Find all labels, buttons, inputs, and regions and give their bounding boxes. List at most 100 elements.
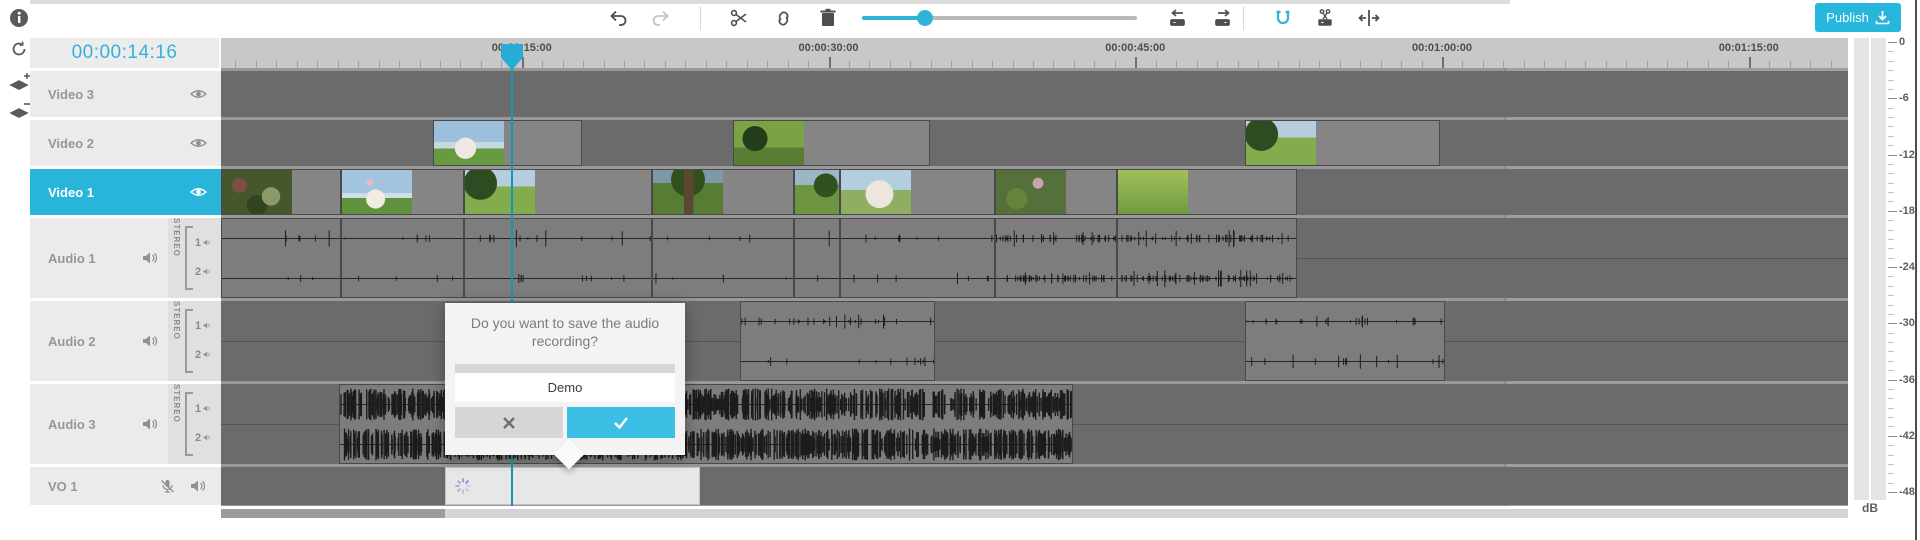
- ruler-minor-tick: [1094, 61, 1095, 68]
- undo-button[interactable]: [603, 3, 633, 33]
- ruler-minor-tick: [1585, 61, 1586, 68]
- eye-icon[interactable]: [190, 87, 207, 101]
- ruler-minor-tick: [726, 61, 727, 68]
- recording-name-input[interactable]: [455, 373, 675, 402]
- speaker-icon[interactable]: [142, 417, 159, 431]
- delete-trash-button[interactable]: [813, 3, 843, 33]
- track-header-audio-1[interactable]: Audio 1STEREO1 2: [30, 218, 221, 298]
- audio-clip[interactable]: [740, 301, 935, 381]
- ruler-minor-tick: [665, 61, 666, 68]
- track-header-video-3[interactable]: Video 3: [30, 71, 221, 117]
- waveform-lane: [653, 219, 793, 258]
- db-minor-tick: [1888, 70, 1894, 71]
- audio-clip[interactable]: [1245, 301, 1445, 381]
- video-clip[interactable]: [652, 169, 794, 215]
- db-minor-tick: [1888, 239, 1894, 240]
- jump-to-start-button[interactable]: [1163, 3, 1193, 33]
- waveform-lane: [841, 259, 994, 298]
- jump-to-end-button[interactable]: [1208, 3, 1238, 33]
- video-clip[interactable]: [1245, 120, 1440, 166]
- dialog-cancel-button[interactable]: [455, 407, 563, 438]
- timeline-ruler[interactable]: 00:00:15:0000:00:30:0000:00:45:0000:01:0…: [221, 38, 1848, 68]
- redo-button[interactable]: [646, 3, 676, 33]
- db-minor-tick: [1888, 314, 1894, 315]
- eye-icon[interactable]: [190, 136, 207, 150]
- dialog-confirm-button[interactable]: [567, 407, 675, 438]
- publish-button[interactable]: Publish: [1815, 3, 1901, 32]
- ruler-minor-tick: [1667, 61, 1668, 68]
- db-minor-tick: [1888, 351, 1894, 352]
- timeline-zoom-slider-thumb[interactable]: [917, 10, 933, 26]
- ruler-minor-tick: [931, 61, 932, 68]
- db-minor-tick: [1888, 117, 1894, 118]
- video-clip[interactable]: [341, 169, 464, 215]
- trim-split-button[interactable]: [1354, 3, 1384, 33]
- video-clip[interactable]: [840, 169, 995, 215]
- video-clip[interactable]: [433, 120, 582, 166]
- razor-cut-clip-button[interactable]: [1311, 3, 1341, 33]
- speaker-icon[interactable]: [142, 334, 159, 348]
- ruler-minor-tick: [1360, 61, 1361, 68]
- db-minor-tick: [1888, 51, 1894, 52]
- video-clip[interactable]: [464, 169, 652, 215]
- track-content-audio-1: [221, 218, 1848, 298]
- ruler-time-label: 00:00:45:00: [1105, 42, 1165, 54]
- ruler-minor-tick: [747, 61, 748, 68]
- ruler-minor-tick: [1810, 61, 1811, 68]
- db-major-tick: [1888, 211, 1897, 212]
- cut-scissors-button[interactable]: [724, 3, 754, 33]
- video-editor-timeline: Publish 00:00:14:16 00:00:15:0000:00:30:…: [0, 0, 1920, 540]
- track-header-video-2[interactable]: Video 2: [30, 120, 221, 166]
- audio-clip[interactable]: [341, 218, 464, 298]
- video-clip[interactable]: [794, 169, 840, 215]
- ruler-minor-tick: [869, 61, 870, 68]
- add-layer-icon[interactable]: [8, 72, 30, 94]
- eye-icon[interactable]: [190, 185, 207, 199]
- audio-clip[interactable]: [652, 218, 794, 298]
- audio-clip[interactable]: [1117, 218, 1297, 298]
- ruler-minor-tick: [1606, 61, 1607, 68]
- ruler-minor-tick: [1708, 61, 1709, 68]
- channel-1-label: 1: [195, 320, 212, 332]
- refresh-icon[interactable]: [8, 38, 30, 60]
- clip-thumbnail: [795, 170, 839, 214]
- unlink-button[interactable]: [768, 3, 798, 33]
- waveform-lane: [795, 219, 839, 258]
- info-icon[interactable]: [8, 7, 30, 29]
- db-minor-tick: [1888, 389, 1894, 390]
- ruler-minor-tick: [808, 61, 809, 68]
- ruler-minor-tick: [563, 61, 564, 68]
- ruler-minor-tick: [1217, 61, 1218, 68]
- video-clip[interactable]: [733, 120, 930, 166]
- video-clip[interactable]: [221, 169, 341, 215]
- audio-clip[interactable]: [794, 218, 840, 298]
- track-header-vo-1[interactable]: VO 1: [30, 467, 221, 505]
- video-clip[interactable]: [995, 169, 1117, 215]
- speaker-icon[interactable]: [190, 479, 207, 493]
- snap-magnet-button[interactable]: [1268, 3, 1298, 33]
- remove-layer-icon[interactable]: [8, 100, 30, 122]
- video-clip[interactable]: [1117, 169, 1297, 215]
- track-header-audio-3[interactable]: Audio 3STEREO1 2: [30, 384, 221, 464]
- voiceover-clip[interactable]: [445, 467, 700, 505]
- audio-clip[interactable]: [995, 218, 1117, 298]
- audio-clip[interactable]: [221, 218, 341, 298]
- db-minor-tick: [1888, 370, 1894, 371]
- stereo-label: STEREO: [172, 301, 181, 381]
- horizontal-scrollbar-thumb[interactable]: [221, 509, 445, 518]
- mic-off-icon[interactable]: [159, 479, 176, 493]
- ruler-minor-tick: [1626, 61, 1627, 68]
- track-header-video-1[interactable]: Video 1: [30, 169, 221, 215]
- waveform-lane: [795, 259, 839, 298]
- ruler-minor-tick: [358, 61, 359, 68]
- horizontal-scrollbar[interactable]: [221, 509, 1848, 518]
- speaker-icon[interactable]: [142, 251, 159, 265]
- audio-clip[interactable]: [464, 218, 652, 298]
- db-minor-tick: [1888, 408, 1894, 409]
- audio-clip[interactable]: [840, 218, 995, 298]
- db-minor-tick: [1888, 473, 1894, 474]
- track-header-audio-2[interactable]: Audio 2STEREO1 2: [30, 301, 221, 381]
- waveform-lane: [342, 219, 463, 258]
- track-content-video-1: [221, 169, 1848, 215]
- ruler-minor-tick: [1462, 61, 1463, 68]
